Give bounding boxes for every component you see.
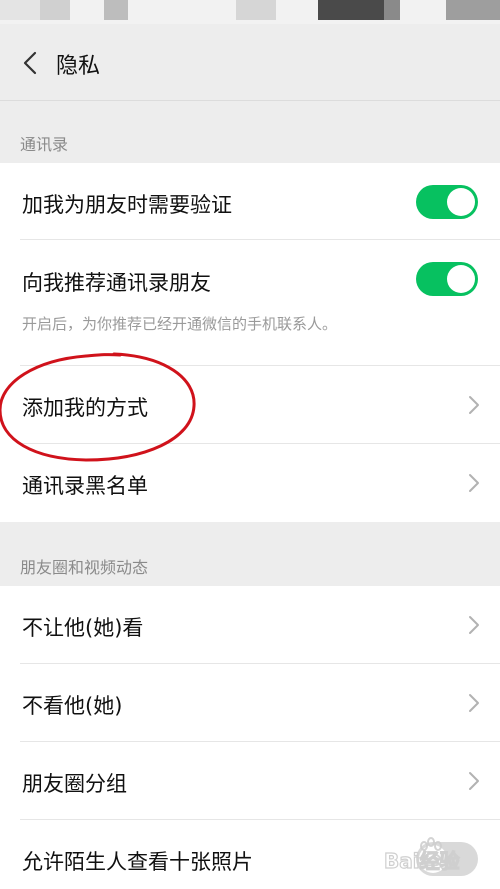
setting-moments-groups[interactable]: 朋友圈分组 bbox=[0, 742, 500, 820]
stranger-photos-toggle[interactable] bbox=[416, 842, 478, 876]
page-title: 隐私 bbox=[56, 54, 101, 79]
status-bar-blur bbox=[446, 0, 500, 20]
setting-hide-my-posts[interactable]: 不让他(她)看 bbox=[0, 586, 500, 664]
toggle-knob bbox=[447, 265, 475, 293]
status-bar-blur bbox=[318, 0, 384, 20]
setting-verify-friend: 加我为朋友时需要验证 bbox=[0, 163, 500, 240]
toggle-knob bbox=[419, 845, 447, 873]
setting-label: 向我推荐通讯录朋友 bbox=[22, 271, 211, 295]
setting-label: 朋友圈分组 bbox=[22, 772, 127, 796]
toggle-knob bbox=[447, 188, 475, 216]
setting-label: 添加我的方式 bbox=[22, 396, 148, 420]
chevron-right-icon bbox=[469, 396, 479, 414]
chevron-right-icon bbox=[469, 474, 479, 492]
setting-label: 加我为朋友时需要验证 bbox=[22, 193, 232, 217]
setting-stranger-ten-photos: 允许陌生人查看十张照片 bbox=[0, 820, 500, 889]
setting-add-me-methods[interactable]: 添加我的方式 bbox=[0, 366, 500, 444]
verify-friend-toggle[interactable] bbox=[416, 185, 478, 219]
setting-label: 通讯录黑名单 bbox=[22, 474, 148, 498]
section-header-moments: 朋友圈和视频动态 bbox=[0, 522, 500, 586]
setting-blacklist[interactable]: 通讯录黑名单 bbox=[0, 444, 500, 522]
setting-recommend-contacts: 向我推荐通讯录朋友 开启后，为你推荐已经开通微信的手机联系人。 bbox=[0, 240, 500, 366]
section-header-contacts: 通讯录 bbox=[0, 101, 500, 163]
recommend-contacts-toggle[interactable] bbox=[416, 262, 478, 296]
section-title: 通讯录 bbox=[20, 135, 69, 154]
setting-label: 不看他(她) bbox=[22, 694, 123, 718]
setting-label: 不让他(她)看 bbox=[22, 616, 144, 640]
section-title: 朋友圈和视频动态 bbox=[20, 558, 149, 577]
status-bar-blur bbox=[0, 0, 40, 20]
status-bar-blur bbox=[40, 0, 70, 20]
chevron-right-icon bbox=[469, 772, 479, 790]
status-bar bbox=[0, 0, 500, 24]
chevron-left-icon[interactable] bbox=[18, 50, 44, 76]
setting-label: 允许陌生人查看十张照片 bbox=[22, 850, 253, 874]
setting-hide-their-posts[interactable]: 不看他(她) bbox=[0, 664, 500, 742]
chevron-right-icon bbox=[469, 616, 479, 634]
status-bar-blur bbox=[236, 0, 276, 20]
chevron-right-icon bbox=[469, 694, 479, 712]
navigation-bar: 隐私 bbox=[0, 24, 500, 101]
status-bar-blur bbox=[384, 0, 400, 20]
setting-hint: 开启后，为你推荐已经开通微信的手机联系人。 bbox=[22, 315, 338, 333]
status-bar-blur bbox=[104, 0, 128, 20]
